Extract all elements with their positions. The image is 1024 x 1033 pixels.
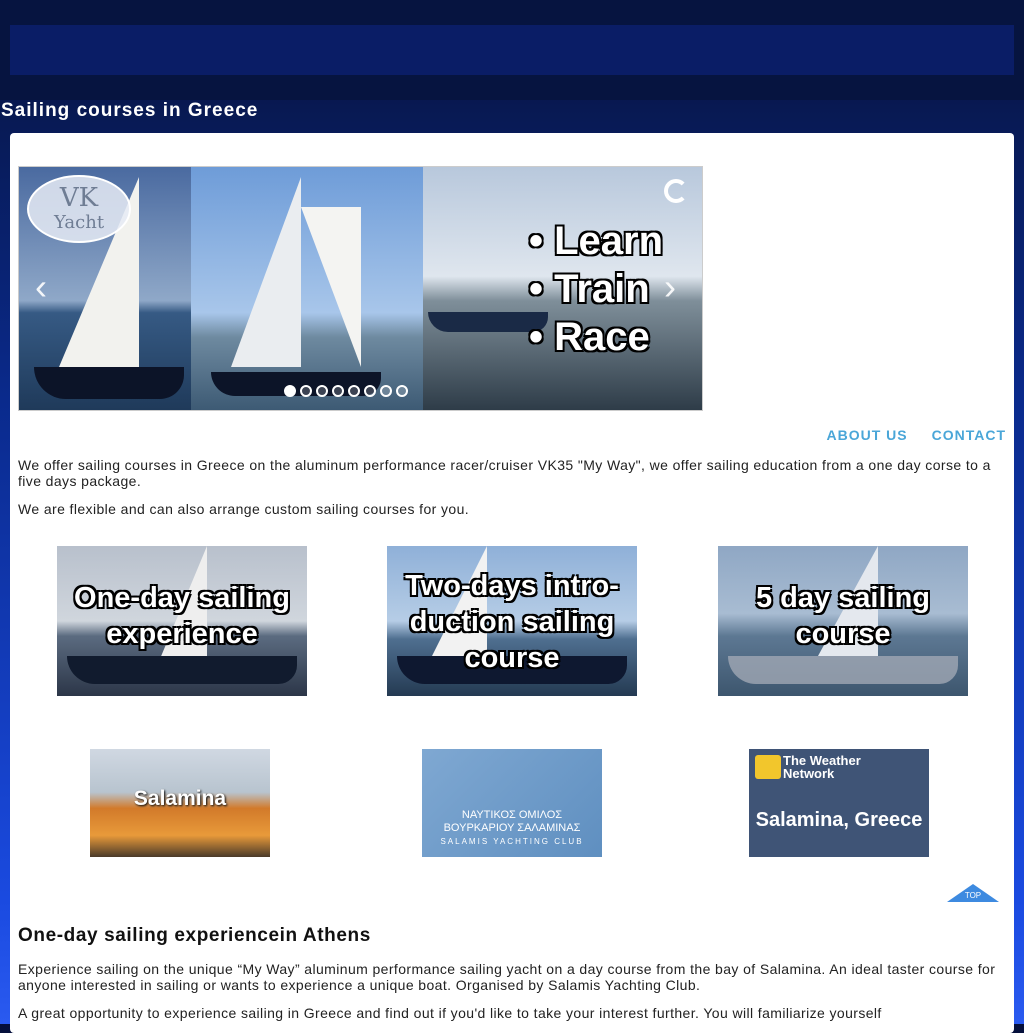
- intro-paragraph-2: We are flexible and can also arrange cus…: [18, 501, 470, 517]
- loading-icon: [664, 179, 688, 203]
- course-two-days[interactable]: Two-days intro-duction sailing course: [387, 546, 637, 696]
- slider-prev-button[interactable]: ‹: [35, 269, 47, 305]
- weather-network-icon: [755, 755, 781, 779]
- slide-boat-2: [191, 167, 423, 410]
- salamina-label: Salamina: [133, 787, 227, 810]
- course-two-days-label: Two-days intro-duction sailing course: [405, 570, 619, 674]
- section-body: Experience sailing on the unique “My Way…: [18, 961, 998, 1033]
- slider-next-button[interactable]: ›: [664, 269, 676, 305]
- contact-link[interactable]: CONTACT: [932, 427, 1006, 443]
- slider-dot-3[interactable]: [316, 385, 328, 397]
- course-one-day-label: One-day sailing experience: [74, 582, 290, 650]
- vk-yacht-logo: VK Yacht: [27, 175, 131, 243]
- weather-brand: The Weather Network: [783, 753, 861, 781]
- yacht-club-label: ΝΑΥΤΙΚΟΣ ΟΜΙΛΟΣ ΒΟΥΡΚΑΡΙΟΥ ΣΑΛΑΜΙΝΑΣ SAL…: [440, 809, 584, 846]
- course-five-day[interactable]: 5 day sailing course: [718, 546, 968, 696]
- chevron-right-icon: ›: [664, 266, 676, 307]
- section-heading: One-day sailing experiencein Athens: [18, 925, 371, 946]
- weather-location: Salamina, Greece: [755, 809, 923, 831]
- back-to-top-button[interactable]: TOP: [947, 884, 999, 906]
- yacht-club-tile[interactable]: ΝΑΥΤΙΚΟΣ ΟΜΙΛΟΣ ΒΟΥΡΚΑΡΙΟΥ ΣΑΛΑΜΙΝΑΣ SAL…: [422, 749, 602, 857]
- slider-dot-6[interactable]: [364, 385, 376, 397]
- intro-text: We offer sailing courses in Greece on th…: [18, 457, 1008, 529]
- course-five-day-label: 5 day sailing course: [755, 582, 931, 650]
- intro-paragraph-1: We offer sailing courses in Greece on th…: [18, 457, 991, 489]
- course-one-day[interactable]: One-day sailing experience: [57, 546, 307, 696]
- slider-dot-2[interactable]: [300, 385, 312, 397]
- bullet-train: • Train: [529, 267, 650, 311]
- bullet-race: • Race: [529, 315, 650, 359]
- weather-widget[interactable]: The Weather Network Salamina, Greece: [749, 749, 929, 857]
- content-panel: VK Yacht • Learn • Train • Race ‹ › ABOU…: [10, 133, 1014, 1033]
- slider-dot-1[interactable]: [284, 385, 296, 397]
- slider-dot-4[interactable]: [332, 385, 344, 397]
- slider-dot-7[interactable]: [380, 385, 392, 397]
- slide-bullets: • Learn • Train • Race: [529, 217, 663, 361]
- section-paragraph-2: A great opportunity to experience sailin…: [18, 1005, 882, 1021]
- slider-pagination: [284, 385, 408, 397]
- top-navigation: [10, 25, 1014, 75]
- chevron-left-icon: ‹: [35, 266, 47, 307]
- salamina-tile[interactable]: Salamina: [90, 749, 270, 857]
- page-title: Sailing courses in Greece: [1, 100, 259, 121]
- bullet-learn: • Learn: [529, 219, 664, 263]
- slider-dot-8[interactable]: [396, 385, 408, 397]
- image-slider[interactable]: VK Yacht • Learn • Train • Race ‹ ›: [18, 166, 703, 411]
- about-us-link[interactable]: ABOUT US: [826, 427, 907, 443]
- section-paragraph-1: Experience sailing on the unique “My Way…: [18, 961, 996, 993]
- top-links: ABOUT US CONTACT: [826, 427, 1006, 443]
- slider-dot-5[interactable]: [348, 385, 360, 397]
